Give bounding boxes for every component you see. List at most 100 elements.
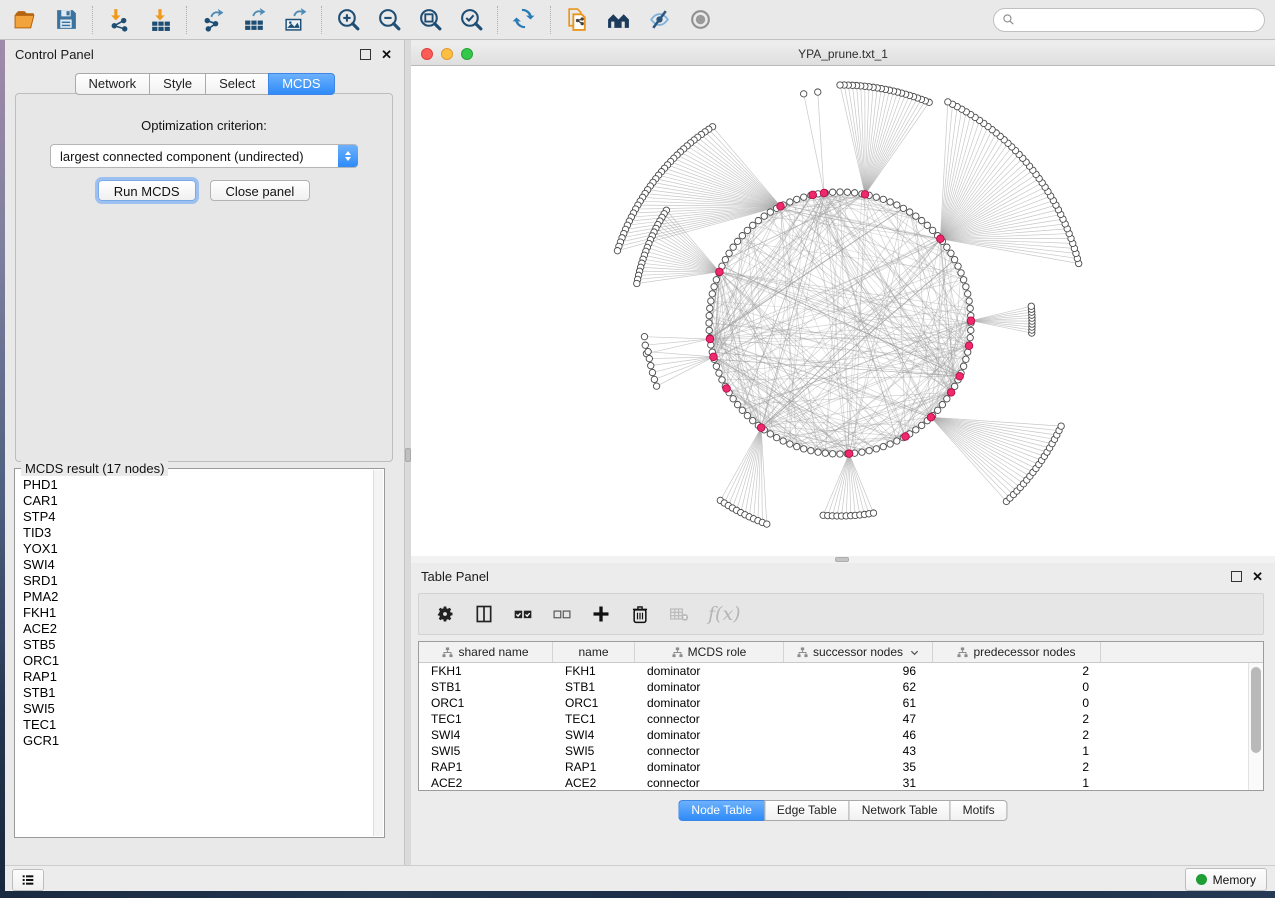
node-table-body: FKH1FKH1dominator962STB1STB1dominator620…	[419, 663, 1263, 791]
table-cell: SWI4	[553, 728, 635, 742]
table-row[interactable]: STB1STB1dominator620	[419, 679, 1263, 695]
horizontal-splitter[interactable]	[411, 556, 1275, 563]
zoom-selected-button[interactable]	[458, 6, 485, 33]
close-panel-icon[interactable]: ✕	[1252, 572, 1263, 581]
search-input[interactable]	[1020, 12, 1256, 28]
table-scrollbar	[1248, 663, 1263, 790]
network-home-button[interactable]	[605, 6, 632, 33]
table-row[interactable]: RAP1RAP1dominator352	[419, 759, 1263, 775]
sort-desc-icon	[910, 648, 919, 657]
table-cell: TEC1	[419, 712, 553, 726]
network-canvas[interactable]	[411, 66, 1275, 556]
export-network-button[interactable]	[200, 6, 227, 33]
zoom-out-button[interactable]	[376, 6, 403, 33]
table-cell: connector	[635, 712, 784, 726]
mcds-result-item: PMA2	[23, 589, 374, 605]
mcds-result-item: GCR1	[23, 733, 374, 749]
node-table: shared namenameMCDS rolesuccessor nodesp…	[418, 641, 1264, 791]
open-session-button[interactable]	[12, 6, 39, 33]
add-column-button[interactable]	[591, 604, 611, 624]
console-button[interactable]	[12, 869, 44, 891]
splitter-grip[interactable]	[835, 557, 849, 562]
import-network-button[interactable]	[106, 6, 133, 33]
houses-icon	[606, 7, 631, 32]
mcds-result-item: CAR1	[23, 493, 374, 509]
mcds-result-item: PHD1	[23, 477, 374, 493]
memory-button[interactable]: Memory	[1185, 868, 1267, 891]
tab-mcds[interactable]: MCDS	[268, 73, 334, 95]
close-panel-button[interactable]: Close panel	[210, 180, 311, 201]
table-cell: dominator	[635, 664, 784, 678]
table-cell: dominator	[635, 728, 784, 742]
table-row[interactable]: SWI5SWI5connector431	[419, 743, 1263, 759]
delete-table-button[interactable]	[669, 604, 689, 624]
zoom-fit-button[interactable]	[417, 6, 444, 33]
plus-icon	[591, 604, 611, 624]
column-header-shared-name[interactable]: shared name	[419, 642, 553, 662]
export-table-button[interactable]	[241, 6, 268, 33]
table-row[interactable]: TEC1TEC1connector472	[419, 711, 1263, 727]
mcds-result-item: TEC1	[23, 717, 374, 733]
column-header-predecessor-nodes[interactable]: predecessor nodes	[933, 642, 1101, 662]
table-cell: 2	[933, 664, 1101, 678]
tab-network-table[interactable]: Network Table	[849, 800, 950, 821]
show-eye-button[interactable]	[687, 6, 714, 33]
table-row[interactable]: ACE2ACE2connector311	[419, 775, 1263, 791]
table-cell: 35	[784, 760, 933, 774]
zoom-out-icon	[377, 7, 402, 32]
select-all-button[interactable]	[513, 604, 533, 624]
table-scrollbar-thumb[interactable]	[1251, 667, 1261, 753]
criterion-dropdown[interactable]: largest connected component (undirected)	[50, 144, 358, 168]
deselect-all-button[interactable]	[552, 604, 572, 624]
tab-node-table[interactable]: Node Table	[678, 800, 764, 821]
table-row[interactable]: ORC1ORC1dominator610	[419, 695, 1263, 711]
table-cell: SWI5	[553, 744, 635, 758]
control-panel: Control Panel ✕ NetworkStyleSelectMCDS O…	[5, 40, 405, 865]
mcds-tab-content: Optimization criterion: largest connecte…	[15, 93, 393, 462]
mcds-list-scrollbar[interactable]	[373, 470, 383, 836]
clone-network-button[interactable]	[564, 6, 591, 33]
attribute-tree-icon	[672, 647, 683, 658]
zoom-fit-icon	[418, 7, 443, 32]
tab-select[interactable]: Select	[205, 73, 268, 95]
import-table-icon	[148, 7, 173, 32]
delete-column-button[interactable]	[630, 604, 650, 624]
table-cell: RAP1	[419, 760, 553, 774]
float-panel-icon[interactable]	[1231, 571, 1242, 582]
mcds-result-list[interactable]: PHD1CAR1STP4TID3YOX1SWI4SRD1PMA2FKH1ACE2…	[16, 475, 374, 836]
control-panel-title: Control Panel	[15, 47, 94, 62]
mcds-result-item: STB5	[23, 637, 374, 653]
table-cell: STB1	[419, 680, 553, 694]
attribute-tree-icon	[442, 647, 453, 658]
run-mcds-button[interactable]: Run MCDS	[98, 180, 196, 201]
show-columns-button[interactable]	[474, 604, 494, 624]
import-table-button[interactable]	[147, 6, 174, 33]
table-row[interactable]: FKH1FKH1dominator962	[419, 663, 1263, 679]
zoom-in-button[interactable]	[335, 6, 362, 33]
import-network-icon	[107, 7, 132, 32]
table-cell: 47	[784, 712, 933, 726]
table-row[interactable]: SWI4SWI4dominator462	[419, 727, 1263, 743]
tab-network[interactable]: Network	[74, 73, 149, 95]
gear-icon	[435, 604, 455, 624]
list-icon	[20, 872, 36, 888]
tab-motifs[interactable]: Motifs	[950, 800, 1008, 821]
apply-layout-button[interactable]	[511, 6, 538, 33]
export-image-button[interactable]	[282, 6, 309, 33]
column-header-MCDS-role[interactable]: MCDS role	[635, 642, 784, 662]
table-settings-button[interactable]	[435, 604, 455, 624]
column-header-successor-nodes[interactable]: successor nodes	[784, 642, 933, 662]
tab-edge-table[interactable]: Edge Table	[764, 800, 849, 821]
table-cell: 2	[933, 760, 1101, 774]
table-cell: 61	[784, 696, 933, 710]
function-builder-button[interactable]: f(x)	[708, 603, 741, 625]
close-panel-icon[interactable]: ✕	[381, 50, 392, 59]
hide-panel-button[interactable]	[646, 6, 673, 33]
tab-style[interactable]: Style	[149, 73, 205, 95]
save-session-button[interactable]	[53, 6, 80, 33]
network-window-title: YPA_prune.txt_1	[411, 47, 1275, 61]
delete-table-icon	[669, 604, 689, 624]
column-header-name[interactable]: name	[553, 642, 635, 662]
float-panel-icon[interactable]	[360, 49, 371, 60]
mcds-result-item: RAP1	[23, 669, 374, 685]
